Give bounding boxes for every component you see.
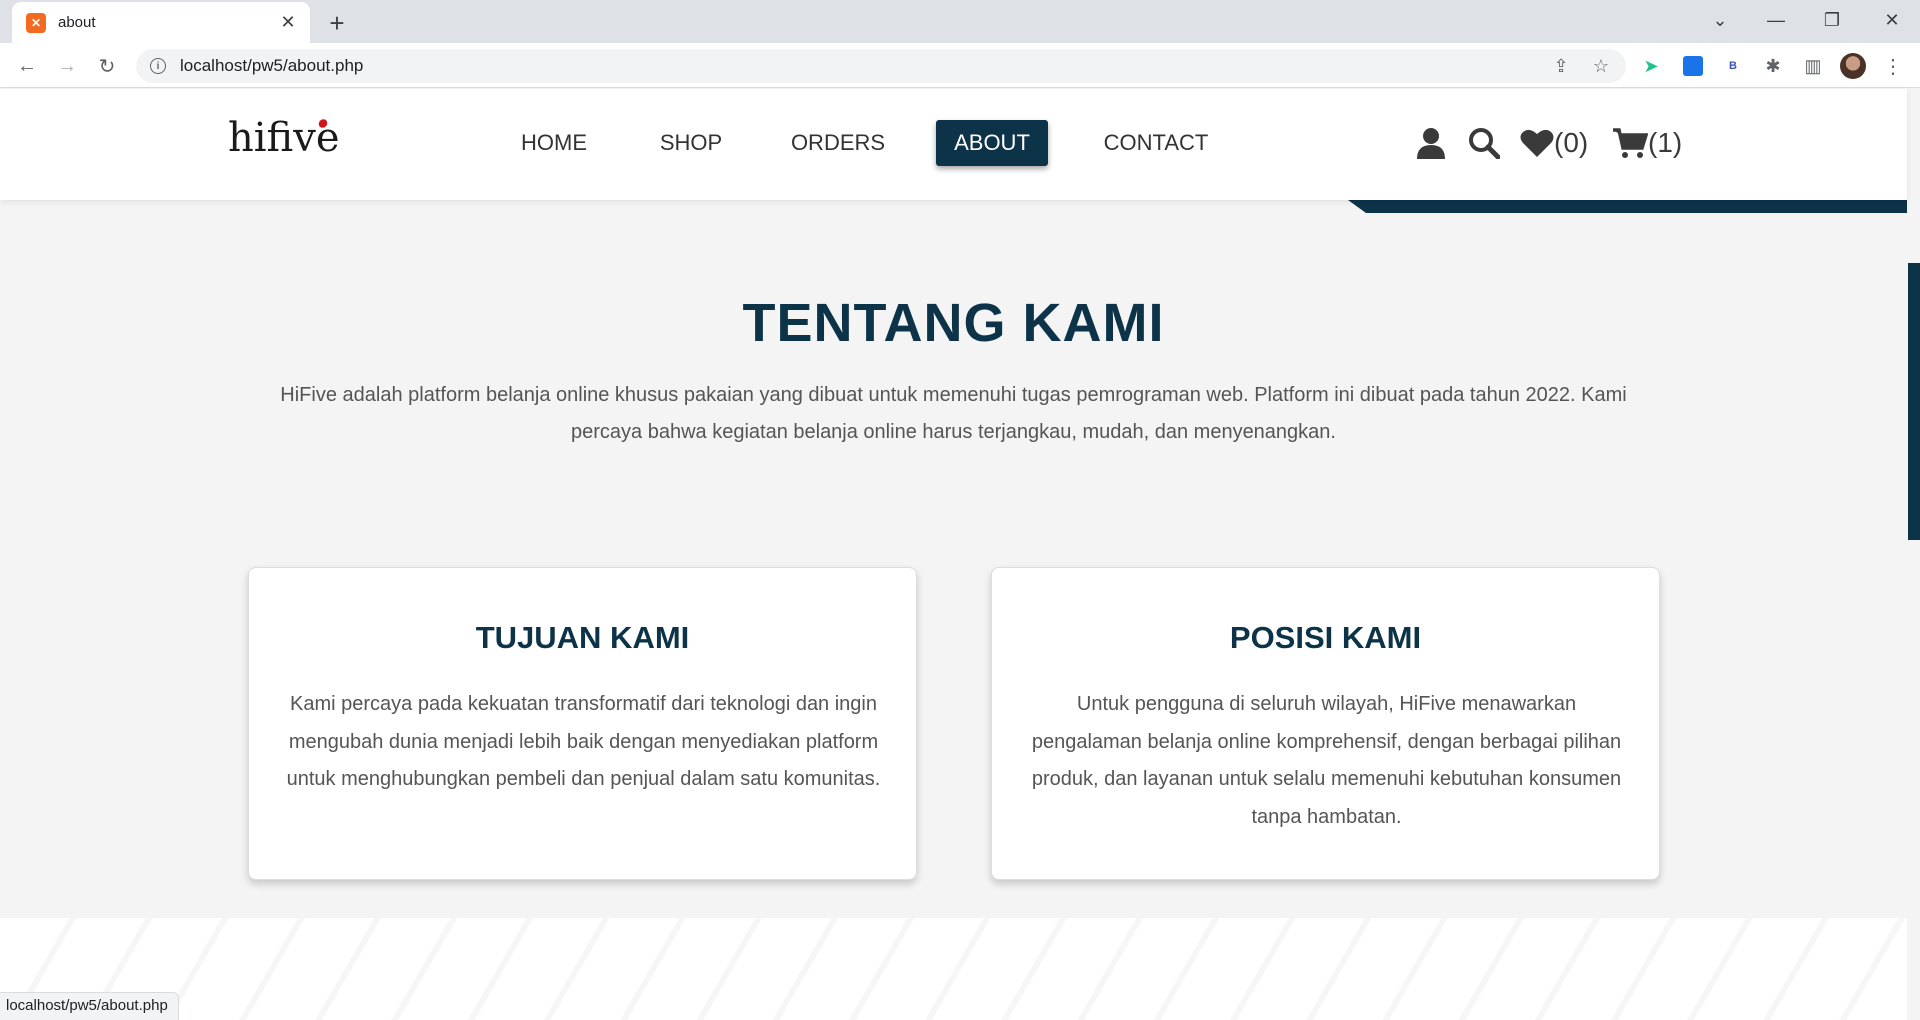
nav-orders[interactable]: ORDERS [784,120,892,166]
header-accent-bar [1348,200,1907,213]
site-info-icon[interactable]: i [150,58,166,74]
user-icon[interactable] [1416,125,1446,161]
about-description: HiFive adalah platform belanja online kh… [280,384,1627,443]
card-text: Kami percaya pada kekuatan transformatif… [286,693,881,790]
cart-link[interactable]: (1) [1612,125,1682,161]
card-title: POSISI KAMI [1229,620,1422,655]
extension-icon[interactable]: B [1720,53,1746,79]
side-panel-icon[interactable]: ▥ [1800,53,1826,79]
extension-icon[interactable]: ➤ [1638,53,1664,79]
search-icon[interactable] [1468,125,1500,161]
browser-tab[interactable]: ✕ about ✕ [12,2,310,43]
page-title: TENTANG KAMI [742,293,1165,353]
xampp-icon: ✕ [26,12,46,33]
wishlist-link[interactable]: (0) [1520,125,1588,161]
tab-title: about [58,14,96,31]
window-close-button[interactable]: ✕ [1864,0,1920,40]
extension-icon[interactable] [1680,53,1706,79]
profile-photo-icon [1840,53,1866,79]
browser-tab-strip: ✕ about ✕ + ⌄ — ❐ ✕ [0,0,1920,43]
cart-icon [1613,128,1648,158]
goal-card: TUJUAN KAMI Kami percaya pada kekuatan t… [248,567,917,880]
avatar[interactable] [1840,53,1866,79]
site-header: hifive HOME SHOP ORDERS ABOUT CONTACT (0… [0,89,1907,200]
menu-dots-icon[interactable]: ⋮ [1880,53,1906,79]
footer-band [0,918,1907,1020]
scrollbar-thumb[interactable] [1908,263,1920,540]
back-button[interactable]: ← [10,49,44,83]
new-tab-button[interactable]: + [322,8,352,38]
nav-contact[interactable]: CONTACT [1098,120,1214,166]
cart-count: (1) [1648,127,1683,158]
close-icon[interactable]: ✕ [276,12,300,33]
wishlist-count: (0) [1554,127,1589,158]
footer-pattern [0,918,1907,1020]
forward-button[interactable]: → [50,49,84,83]
tab-search-icon[interactable]: ⌄ [1692,0,1748,40]
nav-shop[interactable]: SHOP [648,120,734,166]
reload-button[interactable]: ↻ [90,49,124,83]
address-bar[interactable]: i localhost/pw5/about.php [136,49,1626,83]
minimize-button[interactable]: — [1748,0,1804,40]
url-text[interactable]: localhost/pw5/about.php [180,56,363,76]
extension-badge-icon [1683,56,1703,76]
position-card: POSISI KAMI Untuk pengguna di seluruh wi… [991,567,1660,880]
restore-button[interactable]: ❐ [1804,0,1860,40]
bookmark-star-icon[interactable]: ☆ [1588,53,1614,79]
puzzle-icon[interactable]: ✱ [1760,53,1786,79]
status-bar: localhost/pw5/about.php [0,992,179,1020]
browser-toolbar: ← → ↻ i localhost/pw5/about.php ⇪ ☆ ➤ B … [0,43,1920,88]
heart-icon [1520,129,1554,157]
card-text: Untuk pengguna di seluruh wilayah, HiFiv… [1031,693,1622,828]
nav-home[interactable]: HOME [510,120,598,166]
card-title: TUJUAN KAMI [475,620,690,655]
nav-about[interactable]: ABOUT [936,120,1048,166]
share-icon[interactable]: ⇪ [1548,53,1574,79]
